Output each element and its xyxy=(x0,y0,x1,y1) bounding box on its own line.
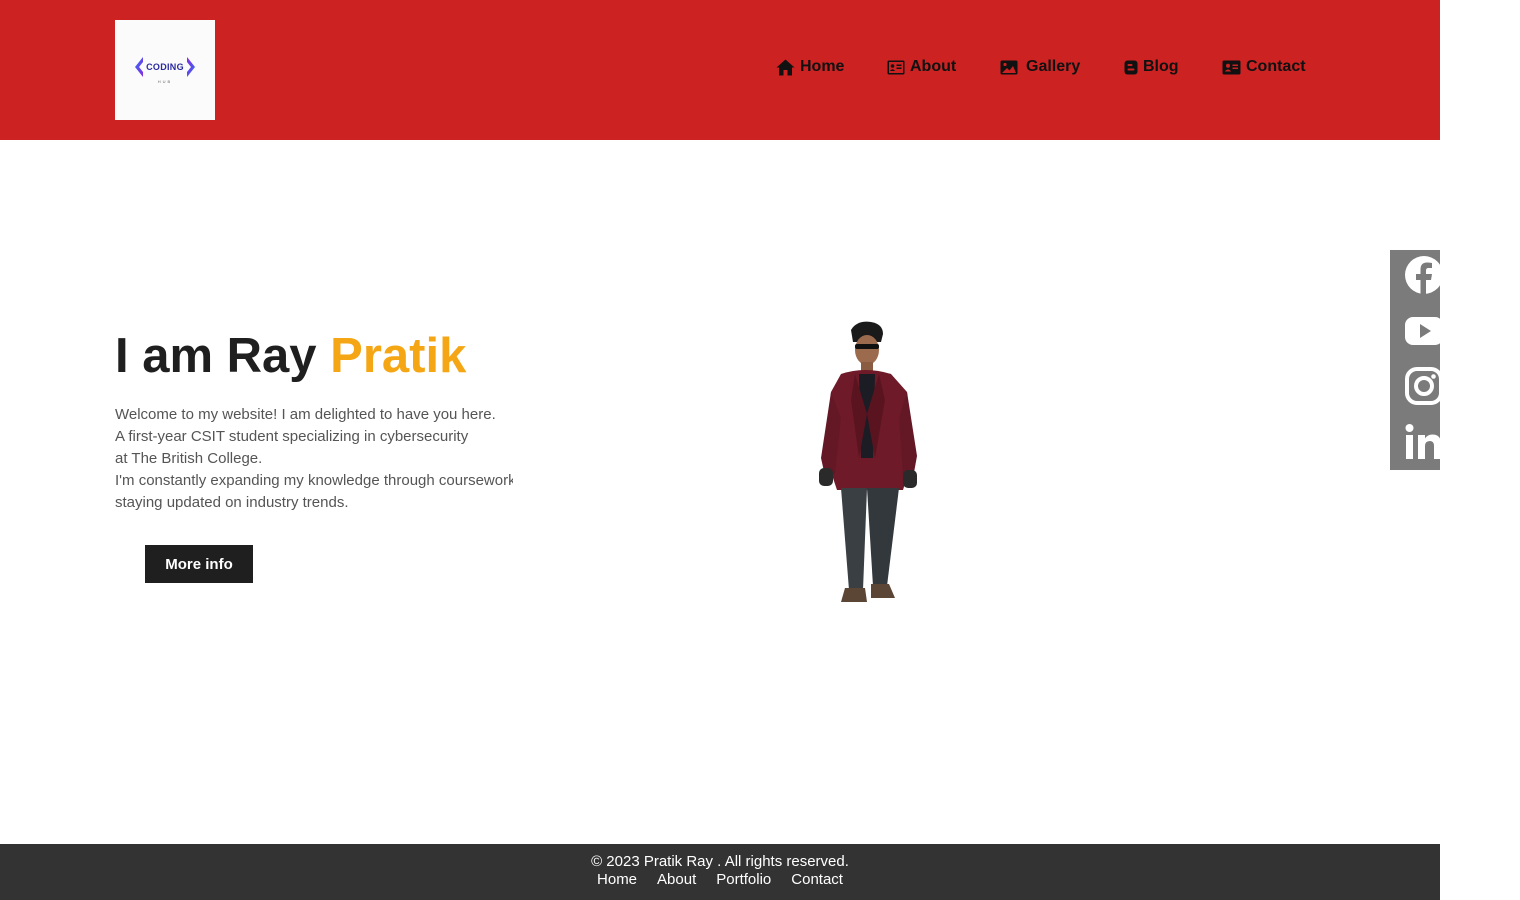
logo-subtext: HUB xyxy=(157,79,173,84)
youtube-icon[interactable] xyxy=(1404,311,1440,351)
hero-line: I'm constantly expanding my knowledge th… xyxy=(115,472,513,489)
more-info-button[interactable]: More info xyxy=(145,545,253,583)
hero-line: A first-year CSIT student specializing i… xyxy=(115,428,469,445)
footer-links: Home About Portfolio Contact xyxy=(0,871,1440,889)
social-sidebar xyxy=(1390,250,1440,470)
right-chevron-logo-icon xyxy=(186,57,195,77)
nav-blog-label: Blog xyxy=(1143,58,1179,75)
left-chevron-logo-icon xyxy=(135,57,144,77)
hero-line: at The British College. xyxy=(115,450,263,467)
page: CODING HUB Home About Gallery Blog Conta… xyxy=(0,0,1440,900)
blogger-icon xyxy=(1124,60,1138,74)
logo-word: CODING xyxy=(146,62,184,72)
nav-contact-label: Contact xyxy=(1246,58,1306,75)
footer-link-about[interactable]: About xyxy=(657,871,696,889)
hero-title-accent: Pratik xyxy=(330,329,467,383)
facebook-icon[interactable] xyxy=(1404,255,1440,295)
nav-home[interactable]: Home xyxy=(776,58,844,76)
logo-mark: CODING HUB xyxy=(134,56,196,84)
id-card-icon xyxy=(887,60,905,74)
hero-title: I am Ray Pratik xyxy=(115,326,466,386)
site-logo[interactable]: CODING HUB xyxy=(115,20,215,120)
nav-gallery[interactable]: Gallery xyxy=(1000,58,1080,76)
nav-contact[interactable]: Contact xyxy=(1222,58,1306,76)
nav-about[interactable]: About xyxy=(887,58,956,76)
footer-link-portfolio[interactable]: Portfolio xyxy=(716,871,771,889)
nav-gallery-label: Gallery xyxy=(1026,58,1081,75)
image-icon xyxy=(1000,60,1018,74)
linkedin-icon[interactable] xyxy=(1404,422,1440,462)
nav-about-label: About xyxy=(910,58,957,75)
house-icon xyxy=(776,59,795,75)
site-header: CODING HUB Home About Gallery Blog Conta… xyxy=(0,0,1440,140)
hero-line: staying updated on industry trends. xyxy=(115,494,349,511)
footer-link-contact[interactable]: Contact xyxy=(791,871,843,889)
person-walking-photo xyxy=(819,321,917,602)
contact-card-icon xyxy=(1222,60,1241,74)
hero-description: Welcome to my website! I am delighted to… xyxy=(115,404,513,514)
copyright-text: © 2023 Pratik Ray . All rights reserved. xyxy=(591,853,849,870)
footer-link-home[interactable]: Home xyxy=(597,871,637,889)
nav-blog[interactable]: Blog xyxy=(1124,58,1179,76)
hero-line: Welcome to my website! I am delighted to… xyxy=(115,406,496,423)
site-footer: © 2023 Pratik Ray . All rights reserved.… xyxy=(0,844,1440,900)
nav-home-label: Home xyxy=(800,58,845,75)
instagram-icon[interactable] xyxy=(1404,366,1440,406)
hero-title-prefix: I am Ray xyxy=(115,329,331,383)
